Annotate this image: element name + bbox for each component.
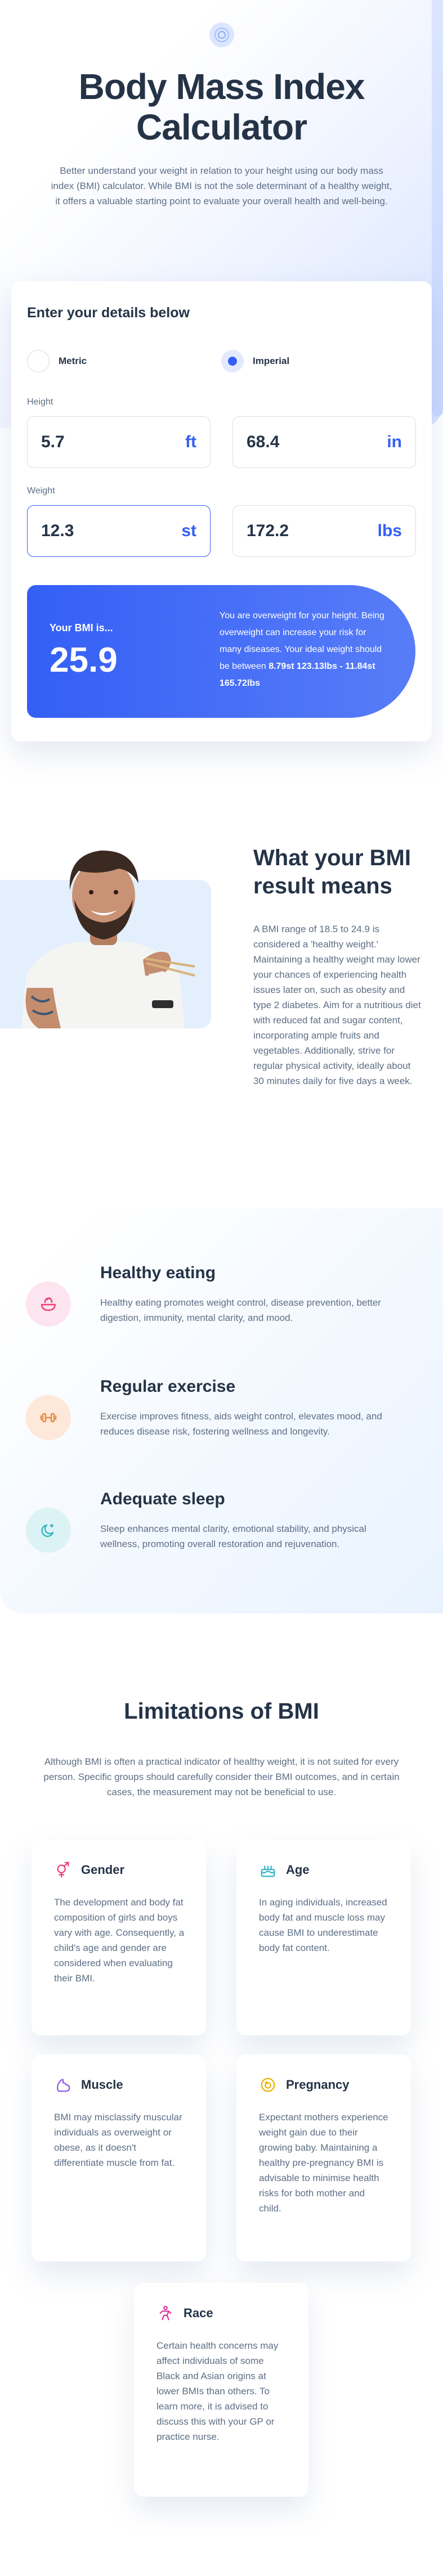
tip-title-regular-exercise: Regular exercise <box>100 1377 236 1396</box>
limitation-card-gender: Gender The development and body fat comp… <box>32 1840 206 2035</box>
limitation-label-race: Race <box>184 2306 213 2320</box>
pregnancy-icon <box>259 2076 277 2094</box>
moon-icon <box>26 1508 71 1553</box>
page-title: Body Mass Index Calculator <box>78 66 365 147</box>
height-feet-unit: ft <box>185 433 196 451</box>
limitation-text-gender: The development and body fat composition… <box>54 1897 185 1984</box>
muscle-icon <box>54 2076 72 2094</box>
weight-label: Weight <box>27 486 55 496</box>
bmi-result-panel: Your BMI is... 25.9 You are overweight f… <box>27 585 415 718</box>
imperial-radio[interactable]: Imperial <box>221 350 289 372</box>
limitation-label-muscle: Muscle <box>81 2078 123 2092</box>
limitation-text-age: In aging individuals, increased body fat… <box>259 1897 387 1953</box>
bmi-result-message: You are overweight for your height. Bein… <box>220 608 388 692</box>
radio-unchecked-icon <box>27 350 50 372</box>
height-feet-input[interactable]: 5.7 ft <box>27 416 211 468</box>
limitation-label-age: Age <box>286 1863 310 1877</box>
limitation-label-pregnancy: Pregnancy <box>286 2078 350 2092</box>
tip-title-adequate-sleep: Adequate sleep <box>100 1490 225 1508</box>
logo-icon[interactable] <box>209 23 234 47</box>
dumbbell-icon <box>26 1395 71 1440</box>
page: Body Mass Index Calculator Better unders… <box>0 0 443 2576</box>
limitation-text-muscle: BMI may misclassify muscular individuals… <box>54 2112 182 2168</box>
race-icon <box>156 2304 174 2322</box>
bowl-icon <box>26 1282 71 1327</box>
calculator-heading: Enter your details below <box>27 305 190 321</box>
limitation-text-race: Certain health concerns may affect indiv… <box>156 2340 279 2442</box>
height-label: Height <box>27 397 53 407</box>
weight-stone-input[interactable]: 12.3 st <box>27 505 211 557</box>
metric-radio[interactable]: Metric <box>27 350 87 372</box>
limitation-card-race: Race Certain health concerns may affect … <box>134 2283 308 2497</box>
limitation-card-muscle: Muscle BMI may misclassify muscular indi… <box>32 2054 206 2262</box>
limitations-title: Limitations of BMI <box>124 1699 319 1724</box>
height-inches-input[interactable]: 68.4 in <box>232 416 416 468</box>
meaning-text: A BMI range of 18.5 to 24.9 is considere… <box>253 924 421 1086</box>
limitations-description: Although BMI is often a practical indica… <box>43 1756 400 1797</box>
age-cake-icon <box>259 1861 277 1879</box>
gender-icon <box>54 1861 72 1879</box>
weight-pounds-value: 172.2 <box>247 522 289 540</box>
tip-text-regular-exercise: Exercise improves fitness, aids weight c… <box>100 1411 382 1437</box>
limitation-text-pregnancy: Expectant mothers experience weight gain… <box>259 2112 388 2214</box>
bmi-result-label: Your BMI is... <box>50 622 113 633</box>
tip-text-healthy-eating: Healthy eating promotes weight control, … <box>100 1297 381 1323</box>
weight-pounds-input[interactable]: 172.2 lbs <box>232 505 416 557</box>
meaning-title: What your BMI result means <box>253 846 411 898</box>
height-inches-unit: in <box>387 433 402 451</box>
person-eating-illustration <box>21 850 195 1028</box>
limitation-card-age: Age In aging individuals, increased body… <box>236 1840 411 2035</box>
height-inches-value: 68.4 <box>247 433 280 451</box>
imperial-label: Imperial <box>253 356 290 366</box>
radio-checked-icon <box>221 350 244 372</box>
weight-stone-unit: st <box>181 522 196 540</box>
limitation-card-pregnancy: Pregnancy Expectant mothers experience w… <box>236 2054 411 2262</box>
hero-description: Better understand your weight in relatio… <box>51 165 392 206</box>
height-feet-value: 5.7 <box>41 433 65 451</box>
tip-text-adequate-sleep: Sleep enhances mental clarity, emotional… <box>100 1523 366 1549</box>
weight-pounds-unit: lbs <box>377 522 402 540</box>
metric-label: Metric <box>59 356 87 366</box>
limitation-label-gender: Gender <box>81 1863 125 1877</box>
weight-stone-value: 12.3 <box>41 522 74 540</box>
bmi-result-value: 25.9 <box>50 641 118 680</box>
tip-title-healthy-eating: Healthy eating <box>100 1264 216 1282</box>
calculator-card: Enter your details below Metric Imperial… <box>11 281 432 741</box>
